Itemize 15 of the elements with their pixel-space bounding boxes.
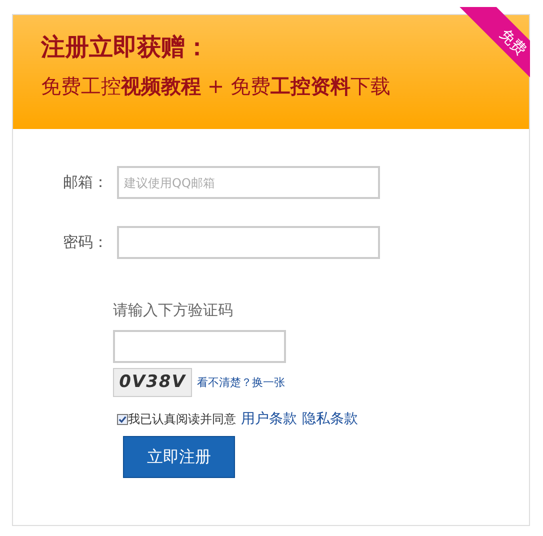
captcha-prompt: 请输入下方验证码 (113, 301, 234, 320)
password-label: 密码： (63, 233, 109, 252)
captcha-image: 0V38V (113, 368, 192, 397)
banner-headline: 注册立即获赠： (41, 32, 209, 63)
email-field[interactable]: 建议使用QQ邮箱 (117, 166, 380, 199)
captcha-field[interactable] (113, 330, 286, 363)
agreement-text: 我已认真阅读并同意 (128, 410, 236, 428)
register-button[interactable]: 立即注册 (123, 436, 235, 478)
refresh-captcha-link[interactable]: 看不清楚？换一张 (197, 375, 285, 390)
terms-link[interactable]: 隐私条款 (302, 410, 358, 428)
terms-link[interactable]: 用户条款 (241, 410, 297, 428)
agree-checkbox[interactable] (117, 414, 128, 424)
password-field[interactable] (117, 226, 380, 259)
email-label: 邮箱： (63, 173, 109, 192)
banner-subline: 免费工控视频教程 + 免费工控资料下载 (41, 73, 390, 99)
